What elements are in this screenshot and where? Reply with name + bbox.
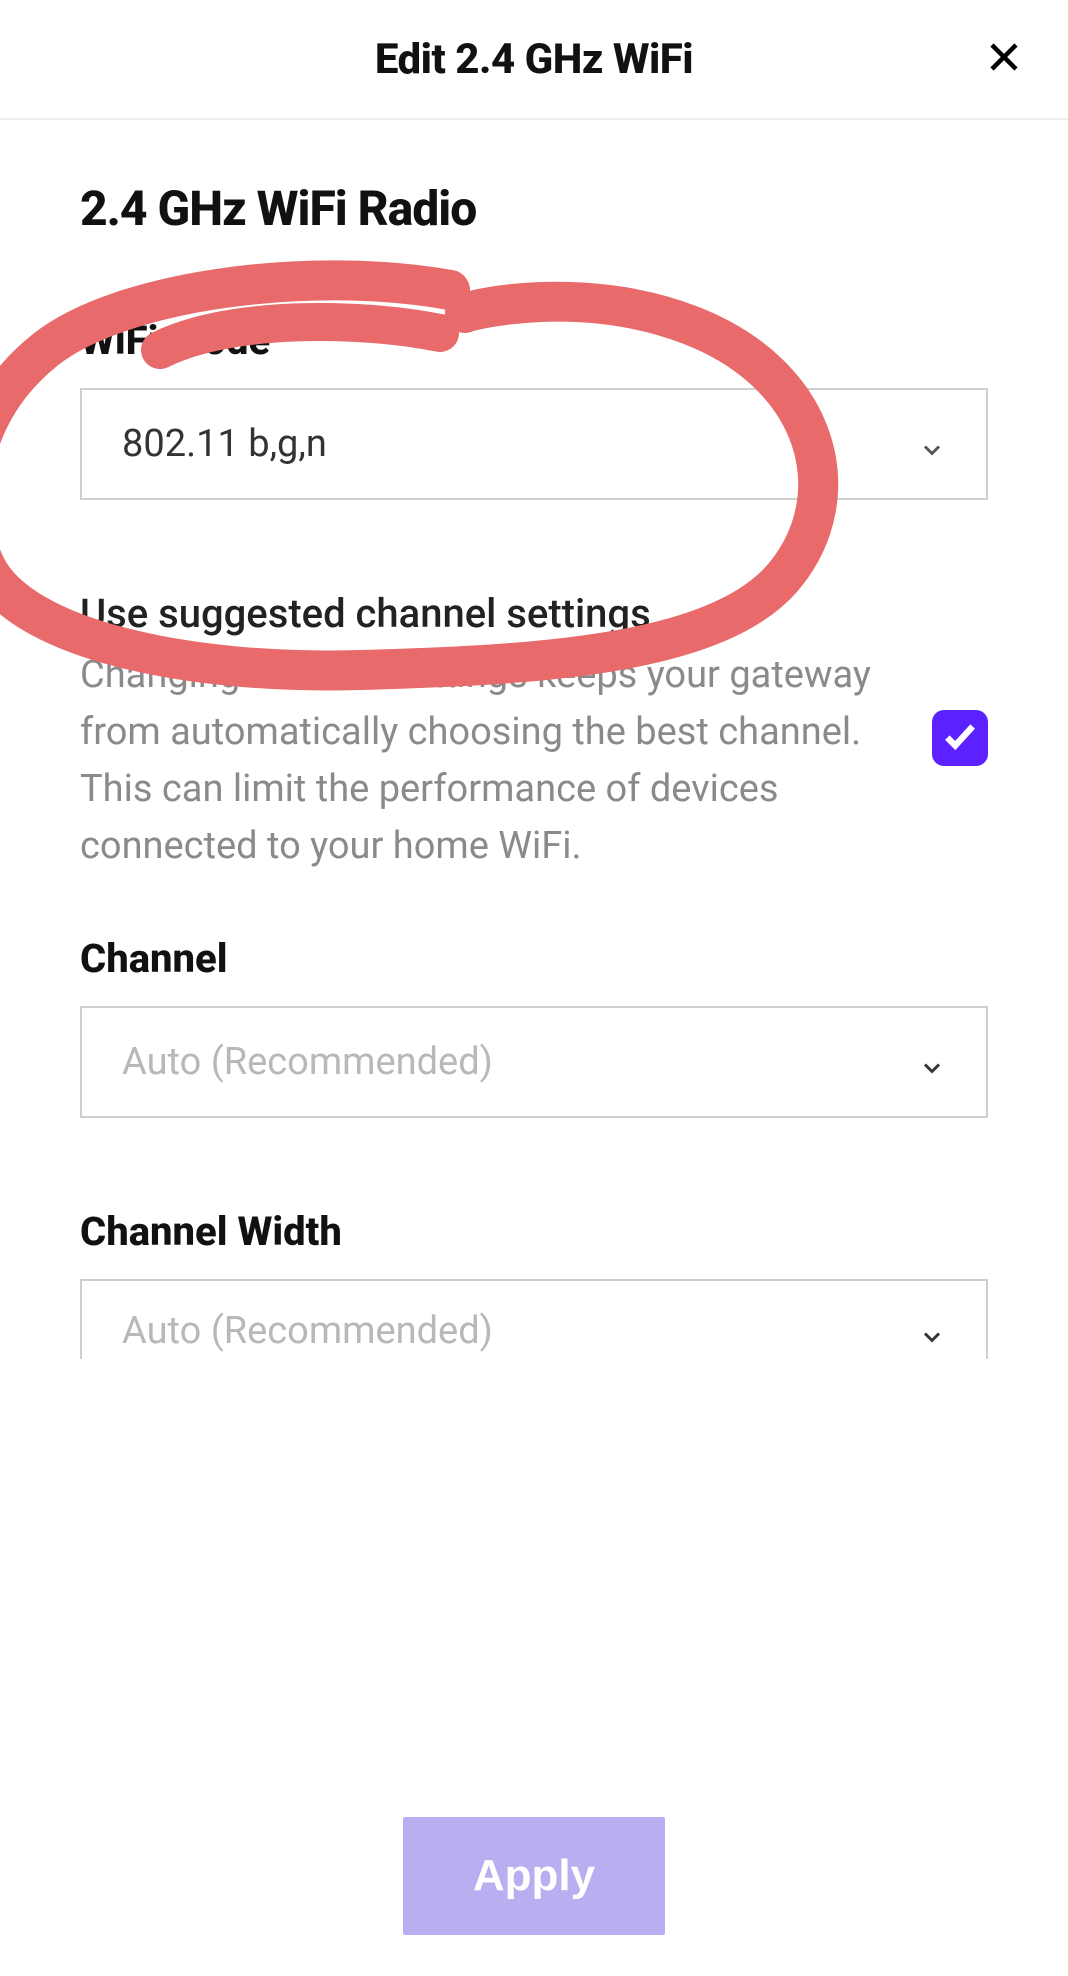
channel-select[interactable]: Auto (Recommended): [80, 1006, 988, 1118]
channel-value: Auto (Recommended): [122, 1040, 493, 1084]
suggested-channel-desc: Changing channel settings keeps your gat…: [80, 647, 892, 875]
wifi-mode-value: 802.11 b,g,n: [122, 422, 327, 466]
chevron-down-icon: [918, 1048, 946, 1076]
chevron-down-icon: [918, 1317, 946, 1345]
wifi-mode-label: WiFi Mode: [80, 317, 988, 364]
page-title: Edit 2.4 GHz WiFi: [375, 35, 693, 84]
suggested-channel-checkbox[interactable]: [932, 710, 988, 766]
suggested-channel-row: Use suggested channel settings Changing …: [80, 590, 988, 875]
channel-width-value: Auto (Recommended): [122, 1309, 493, 1353]
checkmark-icon: [941, 717, 979, 759]
close-icon: [986, 39, 1022, 79]
suggested-channel-title: Use suggested channel settings: [80, 590, 892, 637]
apply-button[interactable]: Apply: [403, 1817, 665, 1935]
channel-width-label: Channel Width: [80, 1208, 988, 1255]
close-button[interactable]: [980, 35, 1028, 83]
header: Edit 2.4 GHz WiFi: [0, 0, 1068, 120]
channel-width-select[interactable]: Auto (Recommended): [80, 1279, 988, 1359]
content: 2.4 GHz WiFi Radio WiFi Mode 802.11 b,g,…: [0, 120, 1068, 1359]
chevron-down-icon: [918, 430, 946, 458]
section-title: 2.4 GHz WiFi Radio: [80, 180, 988, 237]
channel-label: Channel: [80, 935, 988, 982]
wifi-mode-select[interactable]: 802.11 b,g,n: [80, 388, 988, 500]
suggested-channel-text: Use suggested channel settings Changing …: [80, 590, 902, 875]
footer: Apply: [0, 1776, 1068, 1976]
